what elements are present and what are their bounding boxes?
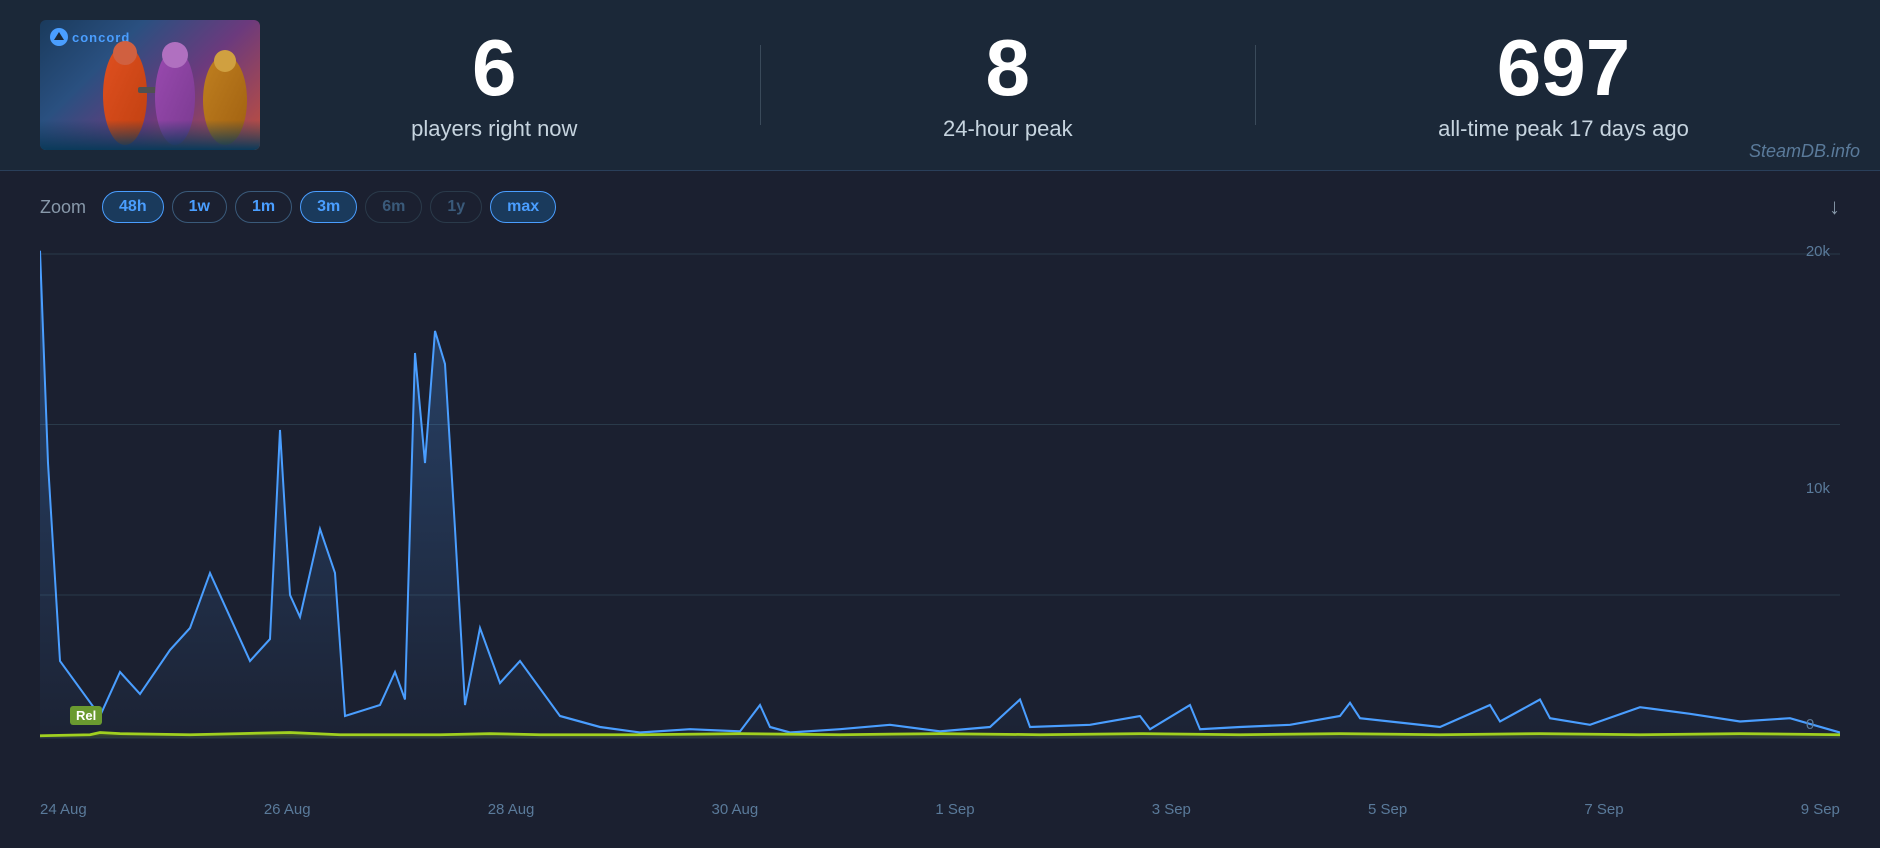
alltime-peak-label: all-time peak 17 days ago (1438, 116, 1689, 142)
zoom-controls: Zoom 48h 1w 1m 3m 6m 1y max ↓ (40, 191, 1840, 223)
x-label-5sep: 5 Sep (1368, 801, 1407, 818)
zoom-btn-6m[interactable]: 6m (365, 191, 422, 223)
alltime-peak-number: 697 (1438, 28, 1689, 108)
zoom-btn-1w[interactable]: 1w (172, 191, 227, 223)
zoom-btn-1m[interactable]: 1m (235, 191, 292, 223)
zoom-btn-48h[interactable]: 48h (102, 191, 164, 223)
stat-alltime-peak: 697 all-time peak 17 days ago (1438, 28, 1689, 142)
x-label-30aug: 30 Aug (712, 801, 759, 818)
zoom-btn-1y[interactable]: 1y (430, 191, 482, 223)
game-image: concord (40, 20, 260, 150)
x-label-1sep: 1 Sep (935, 801, 974, 818)
download-button[interactable]: ↓ (1829, 194, 1840, 220)
stat-players-now: 6 players right now (411, 28, 577, 142)
stats-container: 6 players right now 8 24-hour peak 697 a… (260, 28, 1840, 142)
players-now-label: players right now (411, 116, 577, 142)
x-label-26aug: 26 Aug (264, 801, 311, 818)
zoom-btn-3m[interactable]: 3m (300, 191, 357, 223)
x-axis-labels: 24 Aug 26 Aug 28 Aug 30 Aug 1 Sep 3 Sep … (40, 793, 1840, 818)
chart-svg (40, 243, 1840, 793)
x-label-3sep: 3 Sep (1152, 801, 1191, 818)
chart-section: Zoom 48h 1w 1m 3m 6m 1y max ↓ (0, 171, 1880, 828)
steamdb-credit: SteamDB.info (1749, 141, 1860, 162)
peak-24h-number: 8 (943, 28, 1073, 108)
header-section: concord (0, 0, 1880, 171)
players-now-number: 6 (411, 28, 577, 108)
stat-divider-2 (1255, 45, 1256, 125)
x-label-24aug: 24 Aug (40, 801, 87, 818)
x-label-9sep: 9 Sep (1801, 801, 1840, 818)
zoom-btn-max[interactable]: max (490, 191, 556, 223)
x-label-7sep: 7 Sep (1584, 801, 1623, 818)
rel-badge: Rel (70, 706, 102, 725)
chart-wrapper: 20k 10k 0 Rel (40, 243, 1840, 793)
stat-peak-24h: 8 24-hour peak (943, 28, 1073, 142)
zoom-label: Zoom (40, 197, 86, 218)
peak-24h-label: 24-hour peak (943, 116, 1073, 142)
x-label-28aug: 28 Aug (488, 801, 535, 818)
stat-divider-1 (760, 45, 761, 125)
logo-icon (50, 28, 68, 46)
